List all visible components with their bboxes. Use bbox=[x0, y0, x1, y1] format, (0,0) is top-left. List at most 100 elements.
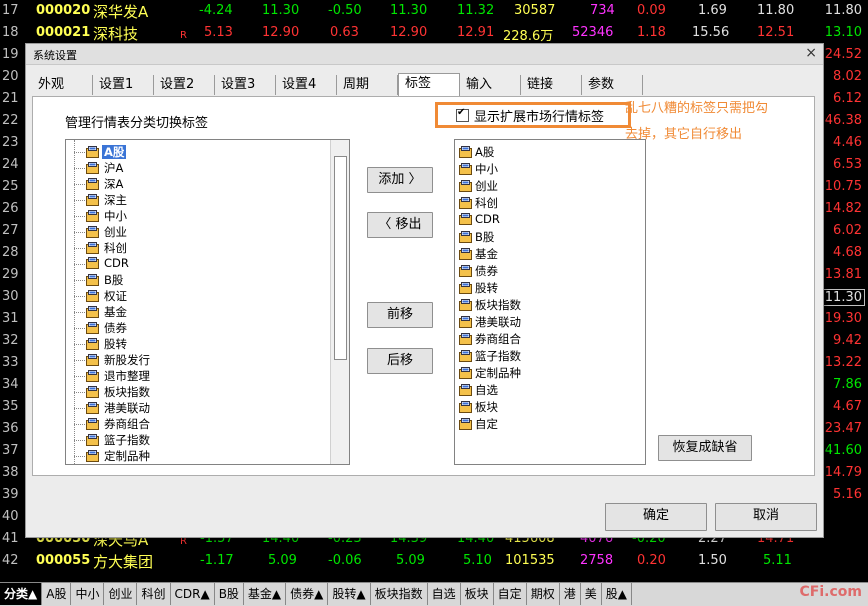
price-cell[interactable]: 24.52 bbox=[825, 47, 862, 62]
tab-1[interactable]: 设置1 bbox=[93, 75, 154, 95]
tree-item[interactable]: 港美联动 bbox=[74, 400, 152, 416]
category-tab[interactable]: 股▲ bbox=[602, 583, 632, 605]
list-item[interactable]: 券商组合 bbox=[459, 331, 521, 347]
tab-8[interactable]: 链接 bbox=[521, 75, 582, 95]
list-item[interactable]: 篮子指数 bbox=[459, 348, 521, 364]
price-cell[interactable]: 13.10 bbox=[825, 25, 862, 40]
tab-3[interactable]: 设置3 bbox=[215, 75, 276, 95]
price-cell[interactable]: 9.42 bbox=[833, 333, 862, 348]
category-tab[interactable]: 股转▲ bbox=[328, 583, 371, 605]
add-button[interactable]: 添加 〉 bbox=[367, 167, 433, 193]
price-cell[interactable]: 7.86 bbox=[833, 377, 862, 392]
tree-item[interactable]: 基金 bbox=[74, 304, 129, 320]
tree-item[interactable]: 股转 bbox=[74, 336, 129, 352]
show-extended-market-label[interactable]: 显示扩展市场行情标签 bbox=[474, 106, 604, 125]
list-item[interactable]: 板块指数 bbox=[459, 297, 521, 313]
price-cell[interactable]: 11.30 bbox=[821, 289, 865, 306]
selected-labels-list[interactable]: A股 中小 创业 科创 CDR B股 基金 债券 股转 板块指数 港美联动 券商组合 篮子指数 定制品种自… bbox=[454, 139, 646, 465]
list-item[interactable]: 中小 bbox=[459, 161, 498, 177]
price-cell[interactable]: 13.81 bbox=[825, 267, 862, 282]
tab-7[interactable]: 输入 bbox=[460, 75, 521, 95]
available-labels-tree[interactable]: A股 沪A 深A 深主 中小 创业 科创 CDR B股 权证 基金 债券 股转 新股发行 退市整理 板块指数港… bbox=[65, 139, 350, 465]
dialog-titlebar[interactable]: 系统设置 × bbox=[26, 44, 823, 65]
price-cell[interactable]: 5.16 bbox=[833, 487, 862, 502]
move-down-button[interactable]: 后移 bbox=[367, 348, 433, 374]
tree-scrollbar[interactable] bbox=[330, 140, 349, 464]
category-tab[interactable]: 科创 bbox=[137, 583, 171, 605]
show-extended-market-checkbox-highlight[interactable]: 显示扩展市场行情标签 bbox=[435, 102, 631, 128]
price-cell[interactable]: 41.60 bbox=[825, 443, 862, 458]
price-cell[interactable]: 4.67 bbox=[833, 399, 862, 414]
category-tab[interactable]: 分类▲ bbox=[0, 583, 43, 605]
price-cell[interactable]: 10.75 bbox=[825, 179, 862, 194]
price-cell[interactable]: 13.22 bbox=[825, 355, 862, 370]
ok-button[interactable]: 确定 bbox=[605, 503, 707, 531]
price-cell[interactable]: 6.53 bbox=[833, 157, 862, 172]
category-tab[interactable]: 自选 bbox=[428, 583, 461, 605]
list-item[interactable]: 科创 bbox=[459, 195, 498, 211]
tab-2[interactable]: 设置2 bbox=[154, 75, 215, 95]
category-tab[interactable]: B股 bbox=[215, 583, 244, 605]
tree-item[interactable]: 定制品种 bbox=[74, 448, 152, 464]
tree-item[interactable]: 创业 bbox=[74, 224, 129, 240]
remove-button[interactable]: 〈 移出 bbox=[367, 212, 433, 238]
tab-9[interactable]: 参数 bbox=[582, 75, 643, 95]
category-tab[interactable]: 板块指数 bbox=[371, 583, 428, 605]
list-item[interactable]: 创业 bbox=[459, 178, 498, 194]
price-cell[interactable]: 19.30 bbox=[825, 311, 862, 326]
tab-6[interactable]: 标签 bbox=[398, 73, 460, 96]
tree-item[interactable]: CDR bbox=[74, 256, 131, 272]
tree-item[interactable]: 券商组合 bbox=[74, 416, 152, 432]
tab-0[interactable]: 外观 bbox=[32, 75, 93, 95]
tree-item[interactable]: 债券 bbox=[74, 320, 129, 336]
list-item[interactable]: CDR bbox=[459, 212, 500, 228]
tree-item[interactable]: 退市整理 bbox=[74, 368, 152, 384]
category-tab[interactable]: 美 bbox=[581, 583, 602, 605]
tree-item[interactable]: 沪A bbox=[74, 160, 125, 176]
price-cell[interactable]: 11.80 bbox=[825, 3, 862, 18]
tree-item[interactable]: 深A bbox=[74, 176, 125, 192]
price-cell[interactable]: 14.82 bbox=[825, 201, 862, 216]
category-tab[interactable]: 期权 bbox=[527, 583, 560, 605]
tree-item[interactable]: 权证 bbox=[74, 288, 129, 304]
list-item[interactable]: 股转 bbox=[459, 280, 498, 296]
price-cell[interactable]: 23.47 bbox=[825, 421, 862, 436]
restore-default-button[interactable]: 恢复成缺省 bbox=[658, 435, 752, 461]
category-tab[interactable]: 板块 bbox=[461, 583, 494, 605]
list-item[interactable]: 港美联动 bbox=[459, 314, 521, 330]
table-row[interactable]: 42 000055 方大集团 -1.17 5.09 -0.06 5.09 5.10 101535… bbox=[0, 550, 868, 572]
tab-4[interactable]: 设置4 bbox=[276, 75, 337, 95]
price-cell[interactable]: 6.12 bbox=[833, 91, 862, 106]
tree-item[interactable]: 深主 bbox=[74, 192, 129, 208]
category-tab[interactable]: A股 bbox=[42, 583, 72, 605]
list-item[interactable]: 板块 bbox=[459, 399, 498, 415]
tree-item[interactable]: 中小 bbox=[74, 208, 129, 224]
tree-item[interactable]: A股 bbox=[74, 144, 127, 160]
tree-item[interactable]: 篮子指数 bbox=[74, 432, 152, 448]
list-item[interactable]: B股 bbox=[459, 229, 494, 245]
category-tab[interactable]: CDR▲ bbox=[171, 583, 215, 605]
category-tab[interactable]: 港 bbox=[560, 583, 581, 605]
close-icon[interactable]: × bbox=[805, 45, 817, 61]
price-cell[interactable]: 4.68 bbox=[833, 245, 862, 260]
tab-5[interactable]: 周期 bbox=[337, 75, 398, 95]
cancel-button[interactable]: 取消 bbox=[715, 503, 817, 531]
price-cell[interactable]: 6.02 bbox=[833, 223, 862, 238]
list-item[interactable]: 定制品种 bbox=[459, 365, 521, 381]
table-row[interactable]: 17 000020 深华发A -4.24 11.30 -0.50 11.30 11.32 305… bbox=[0, 0, 868, 22]
category-tab[interactable]: 创业 bbox=[104, 583, 138, 605]
show-extended-market-checkbox[interactable] bbox=[456, 107, 469, 122]
list-item[interactable]: 基金 bbox=[459, 246, 498, 262]
tree-item[interactable]: B股 bbox=[74, 272, 125, 288]
list-item[interactable]: 自定 bbox=[459, 416, 498, 432]
tree-scrollbar-thumb[interactable] bbox=[334, 156, 347, 360]
price-cell[interactable]: 4.46 bbox=[833, 135, 862, 150]
price-cell[interactable]: 46.38 bbox=[825, 113, 862, 128]
category-tab[interactable]: 基金▲ bbox=[244, 583, 287, 605]
category-tab[interactable]: 自定 bbox=[494, 583, 527, 605]
list-item[interactable]: 自选 bbox=[459, 382, 498, 398]
price-cell[interactable]: 8.02 bbox=[833, 69, 862, 84]
price-cell[interactable]: 14.79 bbox=[825, 465, 862, 480]
move-up-button[interactable]: 前移 bbox=[367, 302, 433, 328]
category-tab[interactable]: 债券▲ bbox=[286, 583, 329, 605]
